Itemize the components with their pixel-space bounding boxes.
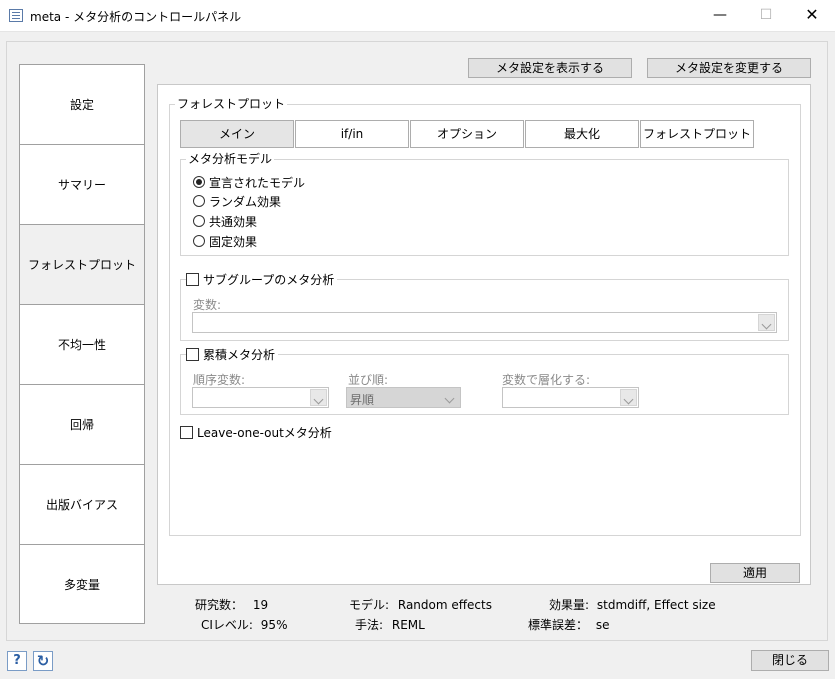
stat-value: Random effects	[397, 598, 492, 612]
sidebar-item-label: 設定	[69, 98, 94, 112]
radio-label: ランダム効果	[209, 194, 282, 209]
sort-order-label: 並び順:	[348, 373, 389, 387]
radio-icon[interactable]	[193, 195, 205, 207]
sort-order-select[interactable]: 昇順	[346, 387, 461, 408]
checkbox-label: Leave-one-outメタ分析	[197, 425, 332, 440]
radio-label: 固定効果	[209, 234, 258, 249]
tab-if-in[interactable]: if/in	[295, 120, 409, 148]
sidebar-item-label: サマリー	[57, 178, 106, 192]
std-error-stat: 標準誤差： se	[528, 616, 609, 633]
checkbox-label: 累積メタ分析	[203, 347, 276, 362]
refresh-icon[interactable]: ↻	[33, 651, 53, 671]
stratify-variable-select[interactable]	[502, 387, 639, 408]
stat-label: CIレベル:	[201, 618, 253, 632]
change-meta-settings-button[interactable]: メタ設定を変更する	[647, 58, 811, 78]
model-stat: モデル: Random effects	[349, 596, 492, 613]
sidebar-item-settings[interactable]: 設定	[20, 65, 144, 145]
app-icon	[9, 9, 23, 22]
sidebar-item-regression[interactable]: 回帰	[20, 385, 144, 465]
method-stat: 手法: REML	[355, 616, 425, 633]
tab-main[interactable]: メイン	[180, 120, 294, 148]
effect-size-stat: 効果量: stdmdiff, Effect size	[549, 596, 716, 613]
order-variable-label: 順序変数:	[193, 373, 246, 387]
apply-button[interactable]: 適用	[710, 563, 800, 583]
title-bar: meta - メタ分析のコントロールパネル — ☐ ✕	[0, 0, 835, 32]
sidebar-item-forest-plot[interactable]: フォレストプロット	[20, 225, 144, 305]
sidebar-item-label: 不均一性	[57, 338, 106, 352]
sidebar-item-label: 出版バイアス	[45, 498, 118, 512]
checkbox-icon[interactable]	[186, 347, 199, 361]
radio-icon[interactable]	[193, 215, 205, 227]
subgroup-variable-label: 変数:	[193, 298, 222, 312]
radio-fixed-effects[interactable]: 固定効果	[193, 233, 257, 249]
checkbox-icon[interactable]	[180, 425, 193, 439]
help-icon[interactable]: ?	[7, 651, 27, 671]
leave-one-out-checkbox[interactable]: Leave-one-outメタ分析	[180, 424, 335, 440]
stat-label: 手法:	[355, 618, 384, 632]
stat-value: 19	[252, 598, 269, 612]
stat-label: モデル:	[349, 598, 390, 612]
sidebar-item-label: 多変量	[63, 577, 100, 592]
maximize-button[interactable]: ☐	[743, 0, 789, 32]
tab-forest-plot[interactable]: フォレストプロット	[640, 120, 754, 148]
sidebar-item-heterogeneity[interactable]: 不均一性	[20, 305, 144, 385]
radio-random-effects[interactable]: ランダム効果	[193, 193, 281, 209]
stat-value: 95%	[260, 618, 288, 632]
chevron-down-icon[interactable]	[620, 389, 637, 406]
tab-options[interactable]: オプション	[410, 120, 524, 148]
stat-label: 研究数：	[195, 598, 244, 612]
sidebar-item-label: フォレストプロット	[27, 258, 136, 272]
order-variable-select[interactable]	[192, 387, 329, 408]
minimize-button[interactable]: —	[697, 0, 743, 32]
close-button[interactable]: 閉じる	[751, 650, 829, 671]
stat-value: stdmdiff, Effect size	[596, 598, 716, 612]
meta-model-group-label: メタ分析モデル	[186, 152, 275, 166]
stratify-label: 変数で層化する:	[502, 373, 591, 387]
sidebar-item-publication-bias[interactable]: 出版バイアス	[20, 465, 144, 545]
radio-declared-model[interactable]: 宣言されたモデル	[193, 174, 305, 190]
cumulative-checkbox[interactable]: 累積メタ分析	[186, 346, 279, 362]
stat-value: se	[595, 618, 610, 632]
radio-label: 共通効果	[209, 214, 258, 229]
sidebar-item-summary[interactable]: サマリー	[20, 145, 144, 225]
radio-checked-icon[interactable]	[193, 176, 205, 188]
radio-label: 宣言されたモデル	[209, 175, 306, 190]
chevron-down-icon[interactable]	[758, 314, 775, 331]
checkbox-label: サブグループのメタ分析	[203, 272, 335, 287]
sidebar: 設定 サマリー フォレストプロット 不均一性 回帰 出版バイアス 多変量	[19, 64, 145, 624]
checkbox-icon[interactable]	[186, 272, 199, 286]
studies-stat: 研究数： 19	[195, 596, 268, 613]
sort-order-value: 昇順	[350, 393, 375, 407]
window-title: meta - メタ分析のコントロールパネル	[30, 10, 242, 24]
chevron-down-icon[interactable]	[442, 389, 459, 406]
ci-level-stat: CIレベル: 95%	[201, 616, 287, 633]
stat-label: 標準誤差：	[528, 618, 589, 632]
radio-common-effect[interactable]: 共通効果	[193, 213, 257, 229]
close-window-button[interactable]: ✕	[789, 0, 835, 32]
stat-label: 効果量:	[549, 598, 590, 612]
subgroup-checkbox[interactable]: サブグループのメタ分析	[186, 271, 338, 287]
stat-value: REML	[391, 618, 425, 632]
tab-maximize[interactable]: 最大化	[525, 120, 639, 148]
sidebar-item-label: 回帰	[69, 418, 94, 432]
forest-plot-group-label: フォレストプロット	[175, 97, 288, 111]
show-meta-settings-button[interactable]: メタ設定を表示する	[468, 58, 632, 78]
chevron-down-icon[interactable]	[310, 389, 327, 406]
subgroup-variable-select[interactable]	[192, 312, 777, 333]
radio-icon[interactable]	[193, 235, 205, 247]
sidebar-item-multivariate[interactable]: 多変量	[20, 545, 144, 623]
